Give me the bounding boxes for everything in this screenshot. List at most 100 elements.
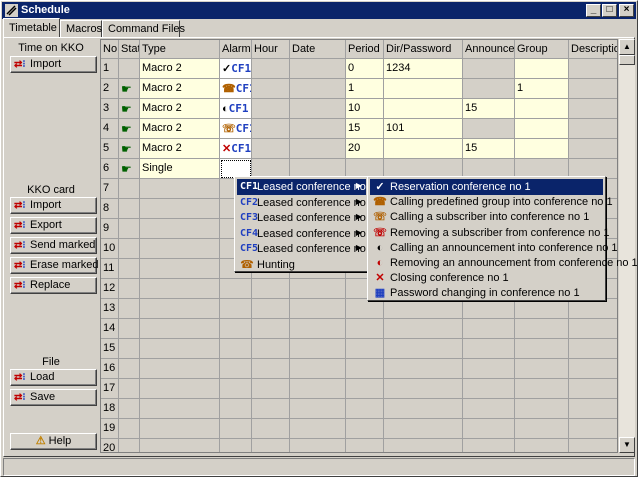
column-header-date[interactable]: Date	[290, 40, 346, 59]
help-button[interactable]: ⚠ Help	[10, 433, 97, 450]
cell-dir-password[interactable]	[384, 419, 463, 439]
cell-alarm[interactable]	[220, 419, 252, 439]
cell-dir-password[interactable]: 101	[384, 119, 463, 139]
tab-timetable[interactable]: Timetable	[3, 18, 60, 37]
cell-dir-password[interactable]	[384, 299, 463, 319]
cell-dir-password[interactable]	[384, 439, 463, 452]
cell-announcement[interactable]: 15	[463, 139, 515, 159]
replace-button[interactable]: ⇄⁝ Replace	[10, 277, 97, 294]
cell-date[interactable]	[290, 99, 346, 119]
cell-period[interactable]: 0	[346, 59, 384, 79]
menu-item-cf1[interactable]: CF1 Leased conference no 1 ▶	[237, 179, 375, 195]
menu-item-cf5[interactable]: CF5 Leased conference no 5 ▶	[237, 241, 375, 257]
cell-date[interactable]	[290, 279, 346, 299]
column-header-status[interactable]: Stat	[119, 40, 140, 59]
scroll-up-button[interactable]: ▲	[619, 39, 635, 55]
cell-group[interactable]	[515, 339, 569, 359]
submenu-item[interactable]: ▦ Password changing in conference no 1	[370, 285, 603, 301]
cell-announcement[interactable]	[463, 379, 515, 399]
cell-date[interactable]	[290, 79, 346, 99]
cell-description[interactable]	[569, 359, 617, 379]
cell-description[interactable]	[569, 419, 617, 439]
cell-status[interactable]: ☛	[119, 99, 140, 119]
cell-group[interactable]	[515, 119, 569, 139]
cell-hour[interactable]	[252, 299, 290, 319]
cell-status[interactable]	[119, 239, 140, 259]
submenu-item[interactable]: ✕ Closing conference no 1	[370, 270, 603, 286]
cell-description[interactable]	[569, 299, 617, 319]
cell-status[interactable]: ☛	[119, 79, 140, 99]
cell-status[interactable]	[119, 279, 140, 299]
cell-alarm[interactable]	[220, 399, 252, 419]
cell-status[interactable]	[119, 339, 140, 359]
cell-alarm[interactable]: ◐CF1	[220, 99, 252, 119]
cell-status[interactable]	[119, 419, 140, 439]
cell-type[interactable]	[140, 339, 220, 359]
cell-type[interactable]	[140, 399, 220, 419]
vertical-scrollbar[interactable]: ▲ ▼	[619, 39, 635, 453]
cell-hour[interactable]	[252, 359, 290, 379]
cell-type[interactable]	[140, 319, 220, 339]
column-header-description[interactable]: Description	[569, 40, 617, 59]
cell-announcement[interactable]	[463, 339, 515, 359]
cell-period[interactable]	[346, 439, 384, 452]
cell-dir-password[interactable]	[384, 339, 463, 359]
cell-announcement[interactable]	[463, 319, 515, 339]
cell-description[interactable]	[569, 319, 617, 339]
cell-alarm[interactable]: ☏CF1	[220, 119, 252, 139]
import-button[interactable]: ⇄⁝ Import	[10, 197, 97, 214]
cell-group[interactable]	[515, 379, 569, 399]
submenu-item[interactable]: ☏ Calling a subscriber into conference no…	[370, 209, 603, 225]
cell-alarm[interactable]	[220, 359, 252, 379]
cell-type[interactable]	[140, 199, 220, 219]
cell-description[interactable]	[569, 339, 617, 359]
cell-announcement[interactable]	[463, 119, 515, 139]
cell-description[interactable]	[569, 439, 617, 452]
cell-status[interactable]	[119, 219, 140, 239]
cell-status[interactable]	[119, 319, 140, 339]
export-button[interactable]: ⇄⁝ Export	[10, 217, 97, 234]
cell-status[interactable]: ☛	[119, 159, 140, 179]
cell-alarm[interactable]	[220, 299, 252, 319]
cell-date[interactable]	[290, 419, 346, 439]
cell-group[interactable]	[515, 359, 569, 379]
cell-type[interactable]	[140, 299, 220, 319]
cell-announcement[interactable]	[463, 59, 515, 79]
cell-status[interactable]	[119, 379, 140, 399]
send-marked-button[interactable]: ⇄⁝ Send marked	[10, 237, 97, 254]
cell-date[interactable]	[290, 359, 346, 379]
import-time-button[interactable]: ⇄⁝ Import	[10, 56, 97, 73]
cell-date[interactable]	[290, 399, 346, 419]
scroll-down-button[interactable]: ▼	[619, 437, 635, 453]
cell-group[interactable]	[515, 319, 569, 339]
cell-hour[interactable]	[252, 339, 290, 359]
tab-command-files[interactable]: Command Files	[102, 20, 185, 37]
cell-announcement[interactable]	[463, 79, 515, 99]
menu-item-cf2[interactable]: CF2 Leased conference no 2 ▶	[237, 195, 375, 211]
cell-period[interactable]	[346, 379, 384, 399]
cell-type[interactable]	[140, 379, 220, 399]
cell-description[interactable]	[569, 119, 617, 139]
column-header-period[interactable]: Period	[346, 40, 384, 59]
column-header-group[interactable]: Group	[515, 40, 569, 59]
column-header-hour[interactable]: Hour	[252, 40, 290, 59]
cell-status[interactable]	[119, 359, 140, 379]
cell-type[interactable]	[140, 179, 220, 199]
cell-description[interactable]	[569, 139, 617, 159]
cell-announcement[interactable]: 15	[463, 99, 515, 119]
cell-alarm[interactable]: ☎CF1	[220, 79, 252, 99]
load-button[interactable]: ⇄⁝ Load	[10, 369, 97, 386]
cell-status[interactable]	[119, 299, 140, 319]
column-header-type[interactable]: Type	[140, 40, 220, 59]
cell-dir-password[interactable]	[384, 359, 463, 379]
close-button[interactable]: ×	[619, 4, 634, 17]
cell-status[interactable]	[119, 259, 140, 279]
column-header-announcement[interactable]: Announceme	[463, 40, 515, 59]
cell-type[interactable]	[140, 219, 220, 239]
cell-group[interactable]	[515, 59, 569, 79]
menu-item-hunting[interactable]: ☎ Hunting	[237, 257, 366, 273]
cell-alarm[interactable]	[220, 279, 252, 299]
submenu-item[interactable]: ✓ Reservation conference no 1	[370, 179, 603, 195]
cell-hour[interactable]	[252, 399, 290, 419]
cell-alarm[interactable]	[220, 439, 252, 452]
